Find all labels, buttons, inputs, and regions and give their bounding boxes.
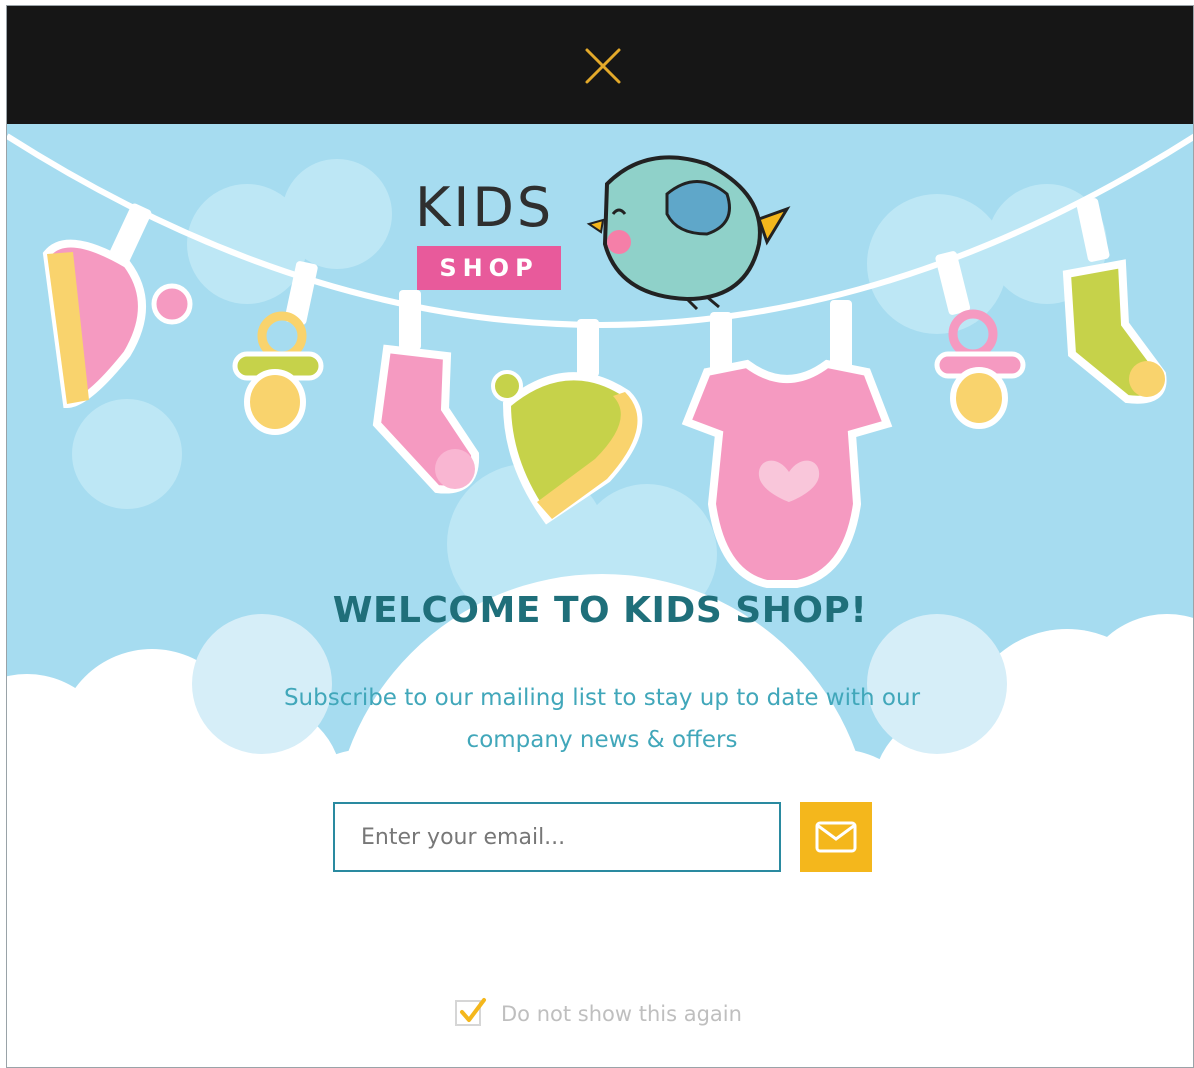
logo-shop-text: SHOP [439,254,539,282]
bird-illustration [586,155,791,311]
logo-kids-text: KIDS [415,176,555,239]
envelope-icon [815,821,857,853]
pink-hat-illustration [42,203,193,409]
popup-subtitle: Subscribe to our mailing list to stay up… [283,685,921,753]
close-button[interactable] [581,44,625,88]
checkmark-icon [460,998,486,1022]
logo-shop-badge: SHOP [417,246,561,290]
pink-sock-illustration [372,290,480,494]
newsletter-popup: KIDS SHOP WELCOME TO KIDS SHOP! Subscrib… [7,124,1193,1067]
top-bar [7,6,1193,124]
email-input[interactable] [333,802,781,872]
subscribe-button[interactable] [800,802,872,872]
logo: KIDS SHOP [415,176,585,296]
pink-bodysuit-illustration [681,300,893,588]
popup-frame: KIDS SHOP WELCOME TO KIDS SHOP! Subscrib… [6,5,1194,1068]
do-not-show-checkbox[interactable] [455,998,486,1026]
close-icon [585,48,621,84]
popup-title: WELCOME TO KIDS SHOP! [332,590,868,631]
green-sock-illustration [1062,198,1167,404]
do-not-show-label: Do not show this again [501,1002,742,1026]
